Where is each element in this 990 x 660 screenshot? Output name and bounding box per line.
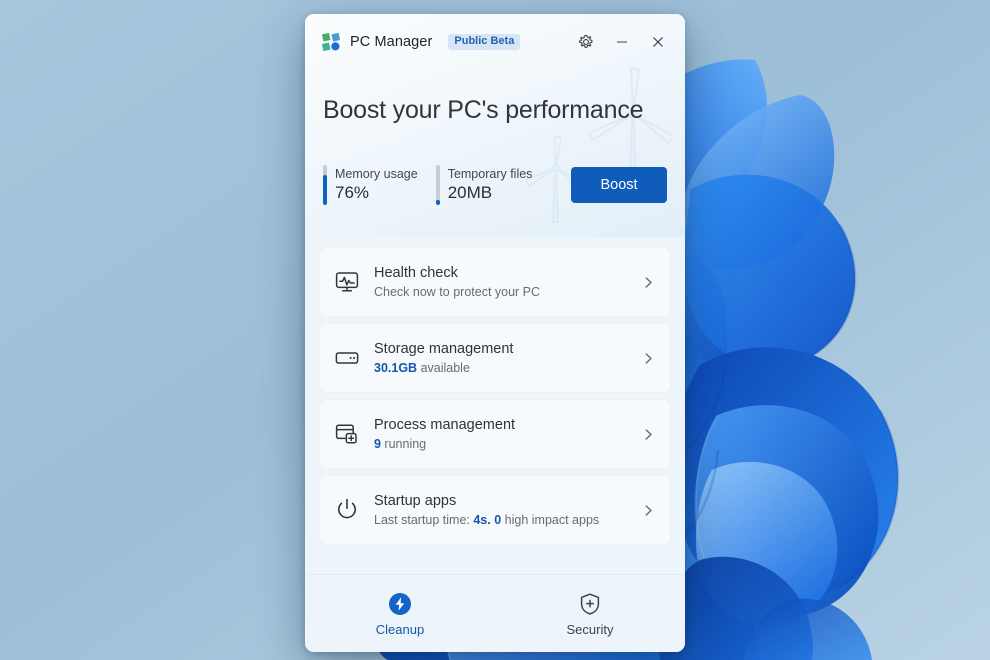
gear-icon — [578, 34, 594, 50]
feature-card-subtitle: 9 running — [374, 437, 515, 453]
nav-item-cleanup[interactable]: Cleanup — [305, 575, 495, 652]
memory-usage-bar — [323, 165, 327, 205]
feature-card-storage-management[interactable]: Storage management 30.1GB available — [319, 323, 671, 393]
temporary-files-bar-fill — [436, 200, 440, 205]
app-title: PC Manager — [350, 34, 432, 50]
power-icon — [334, 497, 360, 523]
memory-usage-label: Memory usage — [335, 166, 418, 183]
stat-memory-usage: Memory usage 76% — [323, 165, 418, 205]
title-bar: PC Manager Public Beta — [305, 14, 685, 70]
feature-card-subtitle-part: Last startup time: — [374, 513, 473, 527]
monitor-pulse-icon — [334, 269, 360, 295]
app-brand: PC Manager Public Beta — [321, 32, 520, 52]
feature-card-text: Health check Check now to protect your PC — [374, 264, 540, 301]
bottom-navigation: Cleanup Security — [305, 574, 685, 652]
minimize-button[interactable] — [605, 27, 639, 57]
feature-card-subtitle-part: Check now to protect your PC — [374, 285, 540, 299]
feature-card-title: Storage management — [374, 340, 513, 358]
memory-usage-bar-fill — [323, 175, 327, 205]
temporary-files-value: 20MB — [448, 182, 533, 204]
feature-card-health-check[interactable]: Health check Check now to protect your PC — [319, 247, 671, 317]
feature-card-subtitle-part: available — [417, 361, 470, 375]
feature-card-title: Process management — [374, 416, 515, 434]
feature-card-subtitle: Check now to protect your PC — [374, 285, 540, 301]
feature-card-subtitle-part: high impact apps — [501, 513, 599, 527]
pc-manager-window: PC Manager Public Beta — [305, 14, 685, 652]
settings-gear-button[interactable] — [569, 27, 603, 57]
temporary-files-label: Temporary files — [448, 166, 533, 183]
chevron-right-icon[interactable] — [641, 503, 656, 518]
feature-card-title: Health check — [374, 264, 540, 282]
feature-card-subtitle: 30.1GB available — [374, 361, 513, 377]
close-button[interactable] — [641, 27, 675, 57]
nav-item-security[interactable]: Security — [495, 575, 685, 652]
close-icon — [651, 35, 665, 49]
windows-stack-icon — [334, 421, 360, 447]
nav-item-label: Cleanup — [376, 623, 424, 636]
feature-card-text: Startup apps Last startup time: 4s. 0 hig… — [374, 492, 599, 529]
feature-card-subtitle-part: 9 — [374, 437, 381, 451]
public-beta-badge: Public Beta — [448, 34, 520, 51]
hard-drive-icon — [334, 345, 360, 371]
feature-card-subtitle-part: 4s. — [473, 513, 490, 527]
memory-usage-text: Memory usage 76% — [335, 165, 418, 205]
stat-temporary-files: Temporary files 20MB — [436, 165, 533, 205]
feature-card-list: Health check Check now to protect your PC… — [305, 237, 685, 574]
minimize-icon — [615, 35, 629, 49]
pc-manager-logo-icon — [321, 32, 341, 52]
boost-button[interactable]: Boost — [571, 167, 667, 203]
window-controls — [569, 27, 675, 57]
feature-card-text: Process management 9 running — [374, 416, 515, 453]
feature-card-title: Startup apps — [374, 492, 599, 510]
shield-plus-icon — [578, 592, 602, 616]
temporary-files-bar — [436, 165, 440, 205]
feature-card-startup-apps[interactable]: Startup apps Last startup time: 4s. 0 hig… — [319, 475, 671, 545]
chevron-right-icon[interactable] — [641, 275, 656, 290]
header-zone: PC Manager Public Beta — [305, 14, 685, 237]
nav-item-label: Security — [567, 623, 614, 636]
feature-card-subtitle-part: 30.1GB — [374, 361, 417, 375]
memory-usage-value: 76% — [335, 182, 418, 204]
lightning-bolt-circle-icon — [388, 592, 412, 616]
temporary-files-text: Temporary files 20MB — [448, 165, 533, 205]
feature-card-process-management[interactable]: Process management 9 running — [319, 399, 671, 469]
feature-card-subtitle-part: running — [381, 437, 426, 451]
page-title: Boost your PC's performance — [305, 70, 685, 125]
feature-card-text: Storage management 30.1GB available — [374, 340, 513, 377]
feature-card-subtitle: Last startup time: 4s. 0 high impact app… — [374, 513, 599, 529]
chevron-right-icon[interactable] — [641, 427, 656, 442]
stats-row: Memory usage 76% Temporary files 20MB Bo… — [305, 125, 685, 235]
chevron-right-icon[interactable] — [641, 351, 656, 366]
